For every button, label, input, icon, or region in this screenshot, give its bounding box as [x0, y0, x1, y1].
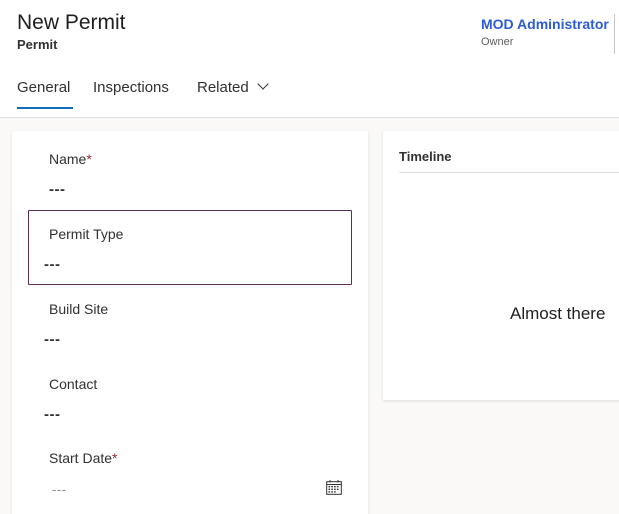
start-date-input[interactable]: --- [52, 482, 67, 497]
timeline-panel: Timeline Almost there [383, 131, 619, 400]
chevron-down-icon [257, 78, 269, 90]
permit-type-label: Permit Type [49, 226, 124, 242]
record-header: New Permit Permit MOD Administrator Owne… [0, 0, 619, 118]
owner-label: Owner [481, 36, 514, 48]
selected-tab-indicator [17, 107, 73, 109]
timeline-title: Timeline [399, 149, 452, 164]
required-marker: * [112, 450, 118, 466]
permit-form-page: New Permit Permit MOD Administrator Owne… [0, 0, 619, 514]
contact-label: Contact [49, 376, 98, 392]
entity-name: Permit [17, 37, 58, 52]
page-title: New Permit [17, 11, 126, 34]
start-date-label: Start Date* [49, 450, 117, 466]
owner-link[interactable]: MOD Administrator [481, 16, 609, 32]
start-date-label-text: Start Date [49, 450, 113, 466]
general-form-section: Name* --- Permit Type --- Build Site ---… [12, 131, 368, 514]
name-field[interactable]: --- [49, 181, 66, 198]
contact-lookup[interactable]: --- [44, 406, 61, 423]
permit-type-lookup[interactable]: --- [44, 256, 61, 273]
build-site-label: Build Site [49, 301, 109, 317]
tab-related-label: Related [197, 79, 249, 96]
tab-general[interactable]: General [17, 79, 70, 96]
tab-related[interactable]: Related [197, 78, 269, 96]
timeline-divider [399, 172, 619, 173]
header-divider [614, 14, 615, 54]
name-label-text: Name [49, 151, 87, 167]
timeline-loading-message: Almost there [510, 304, 606, 323]
tab-general-label: General [17, 79, 71, 96]
calendar-icon[interactable] [326, 480, 342, 495]
required-marker: * [86, 151, 92, 167]
build-site-lookup[interactable]: --- [44, 331, 61, 348]
name-label: Name* [49, 151, 92, 167]
tab-inspections-label: Inspections [93, 79, 169, 96]
tab-inspections[interactable]: Inspections [93, 79, 169, 96]
permit-type-focus-outline [28, 210, 352, 285]
